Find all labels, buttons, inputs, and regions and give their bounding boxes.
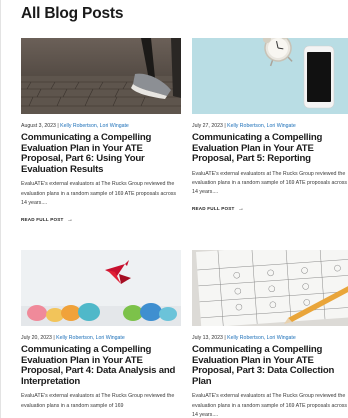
arrow-right-icon: → — [238, 206, 245, 213]
post-date: July 13, 2023 — [192, 335, 223, 341]
post-thumbnail-link[interactable] — [21, 250, 181, 326]
blog-list-page: All Blog Posts August 3, 2023 | Kelly Ro… — [0, 0, 348, 418]
post-meta: July 27, 2023 | Kelly Robertson, Lori Wi… — [192, 123, 348, 129]
post-meta: July 20, 2023 | Kelly Robertson, Lori Wi… — [21, 335, 181, 341]
post-excerpt: EvaluATE's external evaluators at The Ru… — [192, 170, 348, 196]
blog-post-card: July 13, 2023 | Kelly Robertson, Lori Wi… — [192, 250, 348, 418]
page-title: All Blog Posts — [21, 5, 124, 22]
post-title-link[interactable]: Communicating a Compelling Evaluation Pl… — [21, 132, 181, 175]
meta-separator: | — [57, 123, 59, 129]
post-title-link[interactable]: Communicating a Compelling Evaluation Pl… — [192, 132, 348, 165]
arrow-right-icon: → — [67, 216, 74, 223]
blog-post-card: July 20, 2023 | Kelly Robertson, Lori Wi… — [21, 250, 181, 411]
post-thumbnail-link[interactable] — [192, 250, 348, 326]
post-date: August 3, 2023 — [21, 123, 56, 129]
paper-crane-image — [21, 250, 181, 326]
read-full-post-link[interactable]: READ FULL POST → — [192, 206, 244, 212]
blog-post-card: August 3, 2023 | Kelly Robertson, Lori W… — [21, 38, 181, 226]
blog-post-card: July 27, 2023 | Kelly Robertson, Lori Wi… — [192, 38, 348, 215]
post-thumbnail-link[interactable] — [192, 38, 348, 114]
post-date: July 27, 2023 — [192, 123, 223, 129]
read-full-post-label: READ FULL POST — [21, 216, 64, 222]
post-authors-link[interactable]: Kelly Robertson, Lori Wingate — [60, 123, 129, 129]
meta-separator: | — [53, 335, 55, 341]
read-full-post-label: READ FULL POST — [192, 206, 235, 212]
post-date: July 20, 2023 — [21, 335, 52, 341]
post-authors-link[interactable]: Kelly Robertson, Lori Wingate — [56, 335, 125, 341]
meta-separator: | — [224, 123, 226, 129]
post-excerpt: EvaluATE's external evaluators at The Ru… — [21, 393, 175, 409]
post-title-link[interactable]: Communicating a Compelling Evaluation Pl… — [192, 344, 348, 387]
post-meta: August 3, 2023 | Kelly Robertson, Lori W… — [21, 123, 181, 129]
survey-form-image — [192, 250, 348, 326]
post-excerpt: EvaluATE's external evaluators at The Ru… — [192, 393, 348, 418]
post-thumbnail-link[interactable] — [21, 38, 181, 114]
meta-separator: | — [224, 335, 226, 341]
post-excerpt: EvaluATE's external evaluators at The Ru… — [21, 181, 177, 206]
post-title-link[interactable]: Communicating a Compelling Evaluation Pl… — [21, 344, 181, 387]
clock-and-phone-image — [192, 38, 348, 114]
post-authors-link[interactable]: Kelly Robertson, Lori Wingate — [227, 123, 296, 129]
runner-feet-image — [21, 38, 181, 114]
read-full-post-link[interactable]: READ FULL POST → — [21, 217, 73, 223]
post-authors-link[interactable]: Kelly Robertson, Lori Wingate — [227, 335, 296, 341]
post-meta: July 13, 2023 | Kelly Robertson, Lori Wi… — [192, 335, 348, 341]
